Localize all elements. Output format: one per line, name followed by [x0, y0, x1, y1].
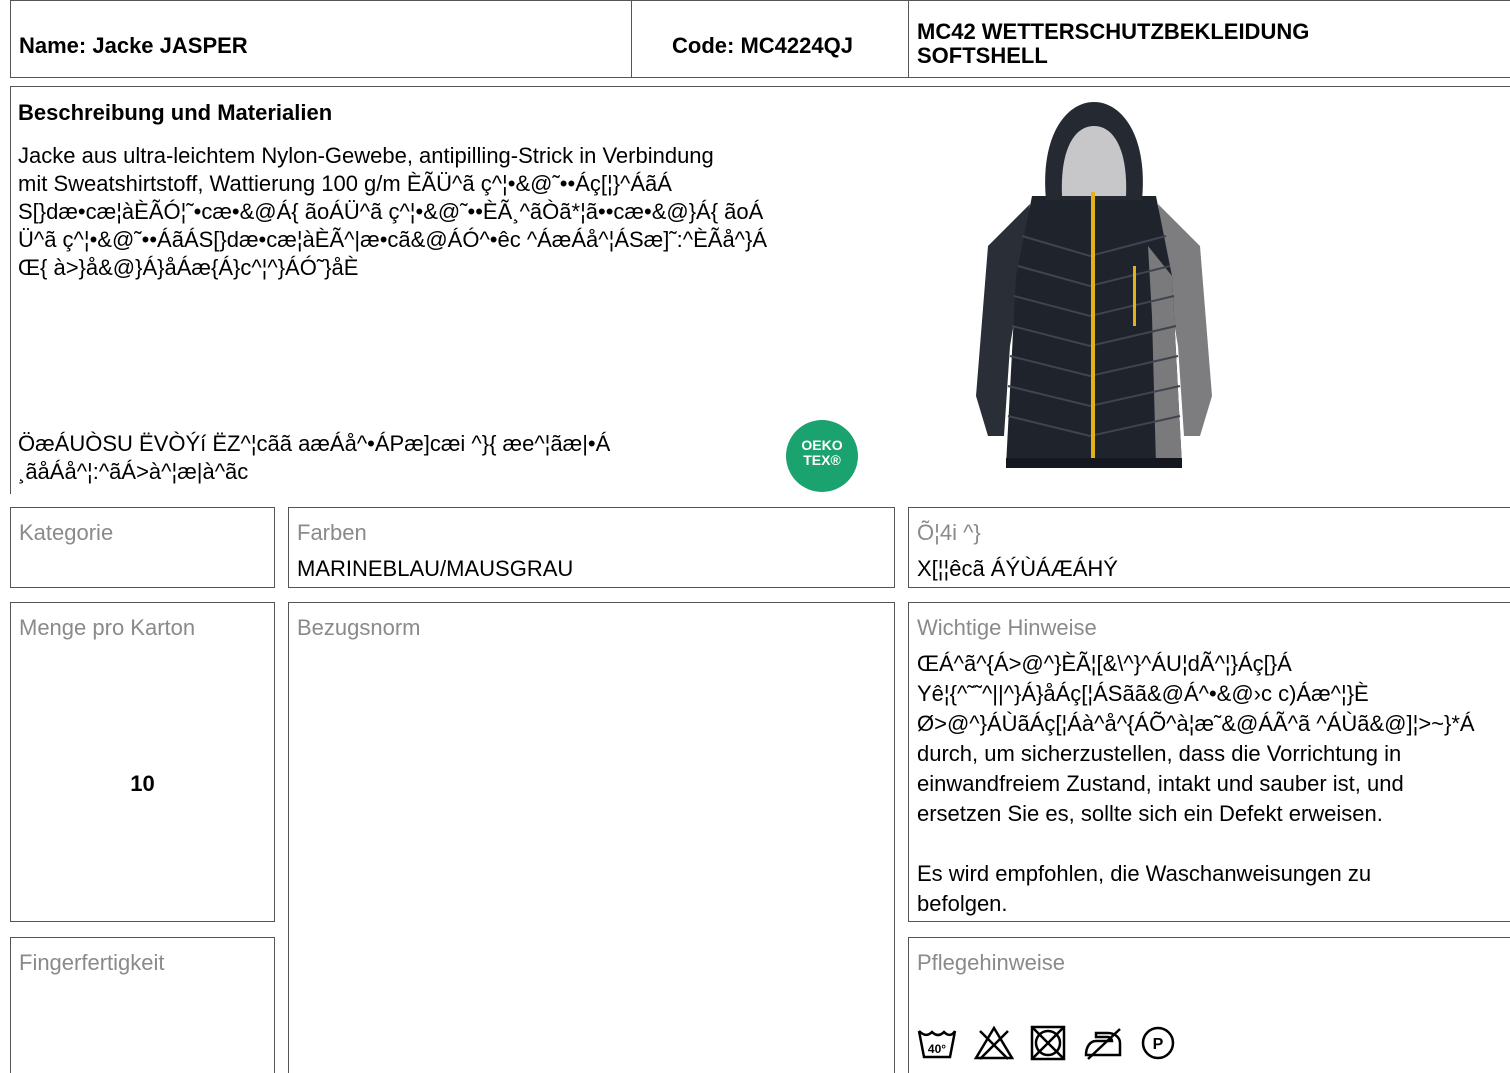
- category-title: MC42 WETTERSCHUTZBEKLEIDUNG SOFTSHELL: [917, 19, 1310, 68]
- certification-note: ÖæÁUÒSU ËVÒÝí ËZ^¦cãã aæÁå^•ÁPæ]cæi ^}{ …: [18, 431, 611, 484]
- product-name: Name: Jacke JASPER: [19, 33, 248, 58]
- hinweise-label: Wichtige Hinweise: [917, 615, 1097, 640]
- header-name-cell: Name: Jacke JASPER: [10, 0, 632, 78]
- svg-text:P: P: [1153, 1036, 1164, 1053]
- pflege-label: Pflegehinweise: [917, 950, 1065, 975]
- farben-value: MARINEBLAU/MAUSGRAU: [297, 556, 574, 581]
- product-code: Code: MC4224QJ: [672, 33, 853, 58]
- wash-40-icon: 40°: [917, 1030, 957, 1059]
- description-text: Jacke aus ultra-leichtem Nylon-Gewebe, a…: [18, 143, 768, 280]
- menge-value: 10: [130, 771, 155, 796]
- oeko-line1: OEKO: [801, 437, 843, 453]
- menge-label: Menge pro Karton: [19, 615, 196, 640]
- jacket-image: [976, 102, 1212, 468]
- kategorie-label: Kategorie: [19, 520, 114, 545]
- menge-cell: Menge pro Karton 10: [10, 602, 275, 922]
- groessen-label: Õ¦4i ^}: [917, 520, 981, 545]
- header-category-cell: MC42 WETTERSCHUTZBEKLEIDUNG SOFTSHELL: [908, 0, 1510, 78]
- svg-text:40°: 40°: [928, 1042, 946, 1056]
- fingerfertigkeit-label: Fingerfertigkeit: [19, 950, 165, 975]
- no-iron-icon: [1084, 1028, 1122, 1060]
- no-bleach-icon: [974, 1025, 1014, 1060]
- bezugsnorm-cell: Bezugsnorm: [288, 602, 895, 1073]
- hinweise-text: ŒÁ^ã^{Á>@^}ÈÃ¦[&\^}^ÁU¦dÃ^¦}Áç[}Á Yê¦{^˜…: [917, 651, 1475, 916]
- description-title: Beschreibung und Materialien: [18, 100, 333, 125]
- fingerfertigkeit-cell: Fingerfertigkeit: [10, 937, 275, 1073]
- oeko-tex-logo: OEKO TEX®: [786, 420, 858, 492]
- farben-label: Farben: [297, 520, 367, 545]
- header-code-cell: Code: MC4224QJ: [631, 0, 909, 78]
- groessen-value: X[¦¦êcã ÁÝÙÁÆÁHÝ: [917, 556, 1118, 581]
- oeko-line2: TEX®: [803, 452, 841, 468]
- groessen-cell: Õ¦4i ^} X[¦¦êcã ÁÝÙÁÆÁHÝ: [908, 507, 1510, 588]
- no-tumble-dry-icon: [1030, 1025, 1066, 1061]
- dry-clean-p-icon: P: [1141, 1026, 1175, 1060]
- kategorie-cell: Kategorie: [10, 507, 275, 588]
- care-icons: 40° P: [916, 1025, 1176, 1061]
- farben-cell: Farben MARINEBLAU/MAUSGRAU: [288, 507, 895, 588]
- bezugsnorm-label: Bezugsnorm: [297, 615, 421, 640]
- hinweise-cell: Wichtige Hinweise ŒÁ^ã^{Á>@^}ÈÃ¦[&\^}^ÁU…: [908, 602, 1510, 922]
